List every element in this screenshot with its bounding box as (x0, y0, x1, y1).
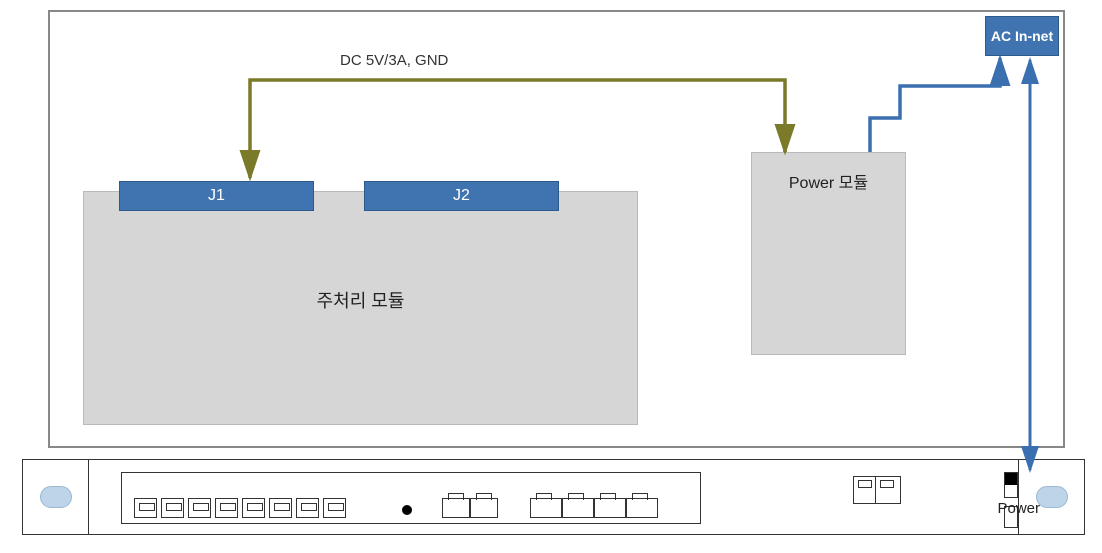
small-port-icon (161, 498, 184, 518)
small-port-icon (269, 498, 292, 518)
ac-inlet-block: AC In-net (985, 16, 1059, 56)
ethernet-port-icon (626, 498, 658, 518)
small-port-icon (296, 498, 319, 518)
power-indicator-icon (1004, 472, 1018, 498)
small-port-icon (215, 498, 238, 518)
main-processing-module: 주처리 모듈 (83, 191, 638, 425)
small-port-icon (323, 498, 346, 518)
usb-port-icon (876, 477, 898, 503)
power-module-label: Power 모듈 (752, 169, 905, 193)
status-led-icon (402, 505, 412, 515)
dc-power-line-label: DC 5V/3A, GND (340, 52, 448, 69)
j2-connector: J2 (364, 181, 559, 211)
small-port-icon (134, 498, 157, 518)
ac-inlet-label: AC In-net (991, 28, 1053, 44)
small-port-icon (242, 498, 265, 518)
power-indicator-fill (1005, 473, 1017, 485)
ethernet-port-icon (594, 498, 626, 518)
ethernet-port-pair (442, 498, 498, 518)
usb-port-block (853, 476, 901, 504)
ethernet-port-icon (442, 498, 470, 518)
main-module-label: 주처리 모듈 (84, 287, 637, 313)
ethernet-port-quad (530, 498, 658, 518)
rack-ear-left (23, 460, 89, 534)
front-power-label: Power (997, 500, 1040, 517)
rack-ear-right (1018, 460, 1084, 534)
usb-port-icon (854, 477, 876, 503)
ethernet-port-icon (562, 498, 594, 518)
front-ports-group (121, 472, 701, 524)
j1-connector: J1 (119, 181, 314, 211)
rack-mount-hole-icon (1036, 486, 1068, 508)
small-port-icon (188, 498, 211, 518)
indicator-port-row (134, 498, 346, 518)
ethernet-port-icon (470, 498, 498, 518)
rack-front-panel (22, 459, 1085, 535)
ethernet-port-icon (530, 498, 562, 518)
j1-label: J1 (208, 187, 225, 205)
rack-mount-hole-icon (40, 486, 72, 508)
power-module: Power 모듈 (751, 152, 906, 355)
j2-label: J2 (453, 187, 470, 205)
